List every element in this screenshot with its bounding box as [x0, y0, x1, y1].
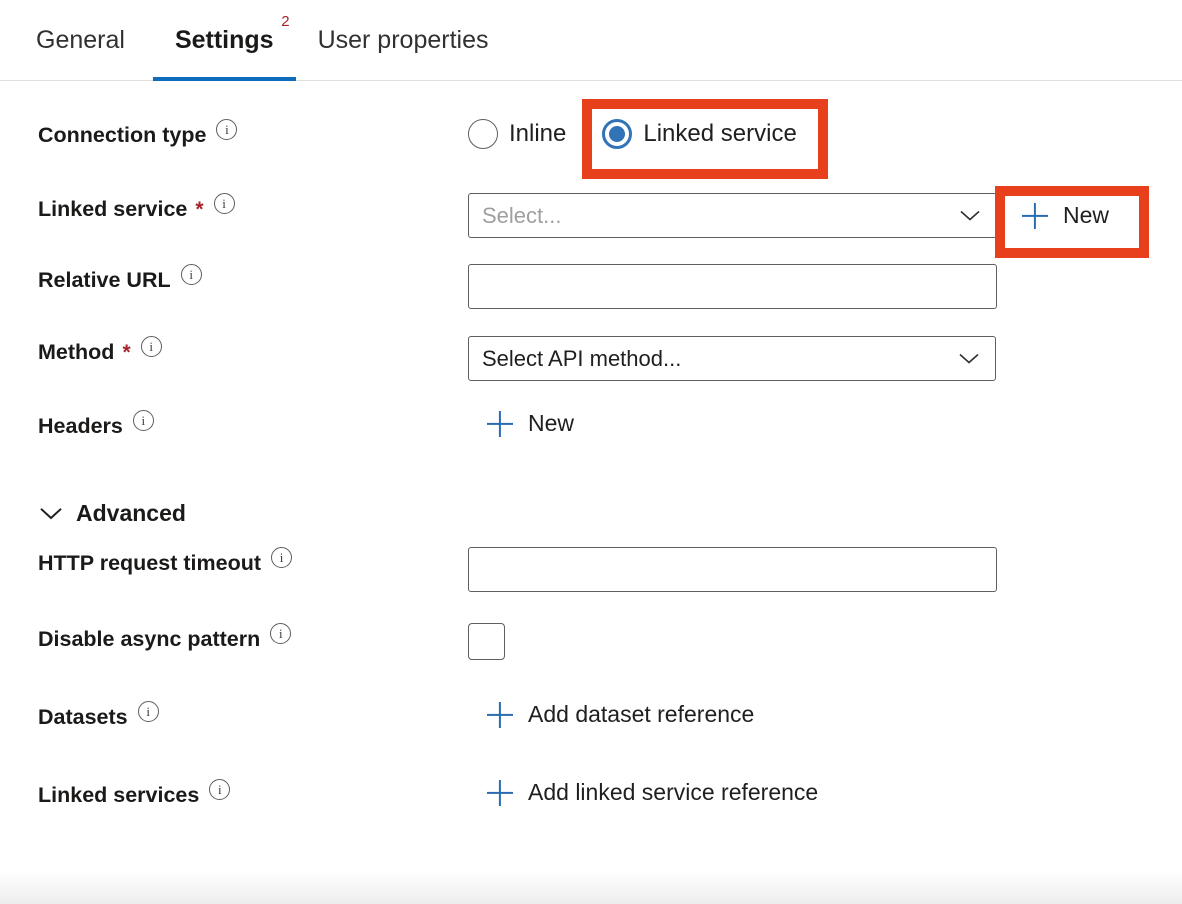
http-request-timeout-input[interactable]	[468, 547, 997, 592]
advanced-section-header[interactable]: Advanced	[0, 500, 186, 527]
http-request-timeout-label-cell: HTTP request timeout i	[0, 543, 468, 576]
chevron-down-icon	[959, 353, 979, 364]
tab-settings[interactable]: Settings 2	[153, 0, 296, 80]
row-linked-service: Linked service * i Select... New	[0, 189, 1182, 245]
disable-async-pattern-label: Disable async pattern	[38, 627, 260, 652]
info-icon[interactable]: i	[141, 336, 162, 357]
linked-service-control: Select... New	[468, 189, 1182, 238]
tab-user-properties-label: User properties	[318, 26, 489, 55]
row-datasets: Datasets i Add dataset reference	[0, 697, 1182, 753]
connection-type-control: Inline Linked service	[468, 115, 1182, 149]
settings-form: Connection type i Inline Linked service …	[0, 81, 1182, 831]
scroll-fade	[0, 870, 1182, 904]
add-dataset-reference-label: Add dataset reference	[528, 701, 754, 728]
relative-url-label: Relative URL	[38, 268, 171, 293]
radio-option-inline[interactable]: Inline	[468, 119, 566, 149]
method-dropdown-value: Select API method...	[482, 346, 681, 372]
http-request-timeout-label: HTTP request timeout	[38, 551, 261, 576]
radio-linked-service-icon[interactable]	[602, 119, 632, 149]
tab-general[interactable]: General	[36, 0, 153, 80]
required-asterisk: *	[195, 198, 203, 222]
row-http-request-timeout: HTTP request timeout i	[0, 543, 1182, 599]
info-icon[interactable]: i	[133, 410, 154, 431]
method-control: Select API method...	[468, 332, 1182, 381]
tab-bar: General Settings 2 User properties	[0, 0, 1182, 81]
radio-linked-service-label: Linked service	[643, 120, 796, 148]
radio-option-linked-service[interactable]: Linked service	[602, 119, 796, 149]
datasets-label: Datasets	[38, 705, 128, 730]
plus-icon	[487, 780, 513, 806]
info-icon[interactable]: i	[271, 547, 292, 568]
new-linked-service-button[interactable]: New	[1022, 202, 1109, 229]
linked-service-dropdown[interactable]: Select...	[468, 193, 997, 238]
method-dropdown[interactable]: Select API method...	[468, 336, 996, 381]
add-dataset-reference-button[interactable]: Add dataset reference	[487, 701, 754, 728]
connection-type-label-cell: Connection type i	[0, 115, 468, 148]
row-connection-type: Connection type i Inline Linked service	[0, 115, 1182, 171]
add-linked-service-reference-label: Add linked service reference	[528, 779, 818, 806]
method-label: Method	[38, 340, 114, 365]
datasets-label-cell: Datasets i	[0, 697, 468, 730]
relative-url-input[interactable]	[468, 264, 997, 309]
info-icon[interactable]: i	[216, 119, 237, 140]
datasets-control: Add dataset reference	[468, 697, 1182, 728]
chevron-down-icon	[960, 210, 980, 221]
radio-inline-icon[interactable]	[468, 119, 498, 149]
plus-icon	[487, 411, 513, 437]
info-icon[interactable]: i	[138, 701, 159, 722]
info-icon[interactable]: i	[209, 779, 230, 800]
plus-icon	[1022, 203, 1048, 229]
linked-services-label: Linked services	[38, 783, 199, 808]
relative-url-label-cell: Relative URL i	[0, 260, 468, 293]
tab-general-label: General	[36, 26, 125, 55]
info-icon[interactable]: i	[214, 193, 235, 214]
add-linked-service-reference-button[interactable]: Add linked service reference	[487, 779, 818, 806]
linked-service-label: Linked service	[38, 197, 187, 222]
info-icon[interactable]: i	[181, 264, 202, 285]
chevron-down-icon	[40, 507, 62, 520]
http-request-timeout-control	[468, 543, 1182, 592]
disable-async-pattern-control	[468, 619, 1182, 660]
row-linked-services: Linked services i Add linked service ref…	[0, 775, 1182, 831]
disable-async-pattern-label-cell: Disable async pattern i	[0, 619, 468, 652]
linked-service-dropdown-value: Select...	[482, 203, 561, 229]
connection-type-radio-group: Inline Linked service	[468, 119, 797, 149]
tab-settings-badge: 2	[281, 14, 289, 29]
disable-async-pattern-checkbox[interactable]	[468, 623, 505, 660]
plus-icon	[487, 702, 513, 728]
tab-settings-label: Settings	[175, 26, 274, 55]
row-disable-async-pattern: Disable async pattern i	[0, 619, 1182, 675]
new-header-label: New	[528, 410, 574, 437]
new-linked-service-label: New	[1063, 202, 1109, 229]
linked-service-label-cell: Linked service * i	[0, 189, 468, 222]
headers-control: New	[468, 406, 1182, 437]
linked-services-label-cell: Linked services i	[0, 775, 468, 808]
row-headers: Headers i New	[0, 406, 1182, 462]
row-relative-url: Relative URL i	[0, 260, 1182, 316]
required-asterisk: *	[122, 341, 130, 365]
linked-services-control: Add linked service reference	[468, 775, 1182, 806]
headers-label: Headers	[38, 414, 123, 439]
row-method: Method * i Select API method...	[0, 332, 1182, 388]
relative-url-control	[468, 260, 1182, 309]
info-icon[interactable]: i	[270, 623, 291, 644]
headers-label-cell: Headers i	[0, 406, 468, 439]
new-header-button[interactable]: New	[487, 410, 574, 437]
advanced-section-title: Advanced	[76, 500, 186, 527]
connection-type-label: Connection type	[38, 123, 206, 148]
radio-inline-label: Inline	[509, 120, 566, 148]
tab-user-properties[interactable]: User properties	[296, 0, 511, 80]
method-label-cell: Method * i	[0, 332, 468, 365]
